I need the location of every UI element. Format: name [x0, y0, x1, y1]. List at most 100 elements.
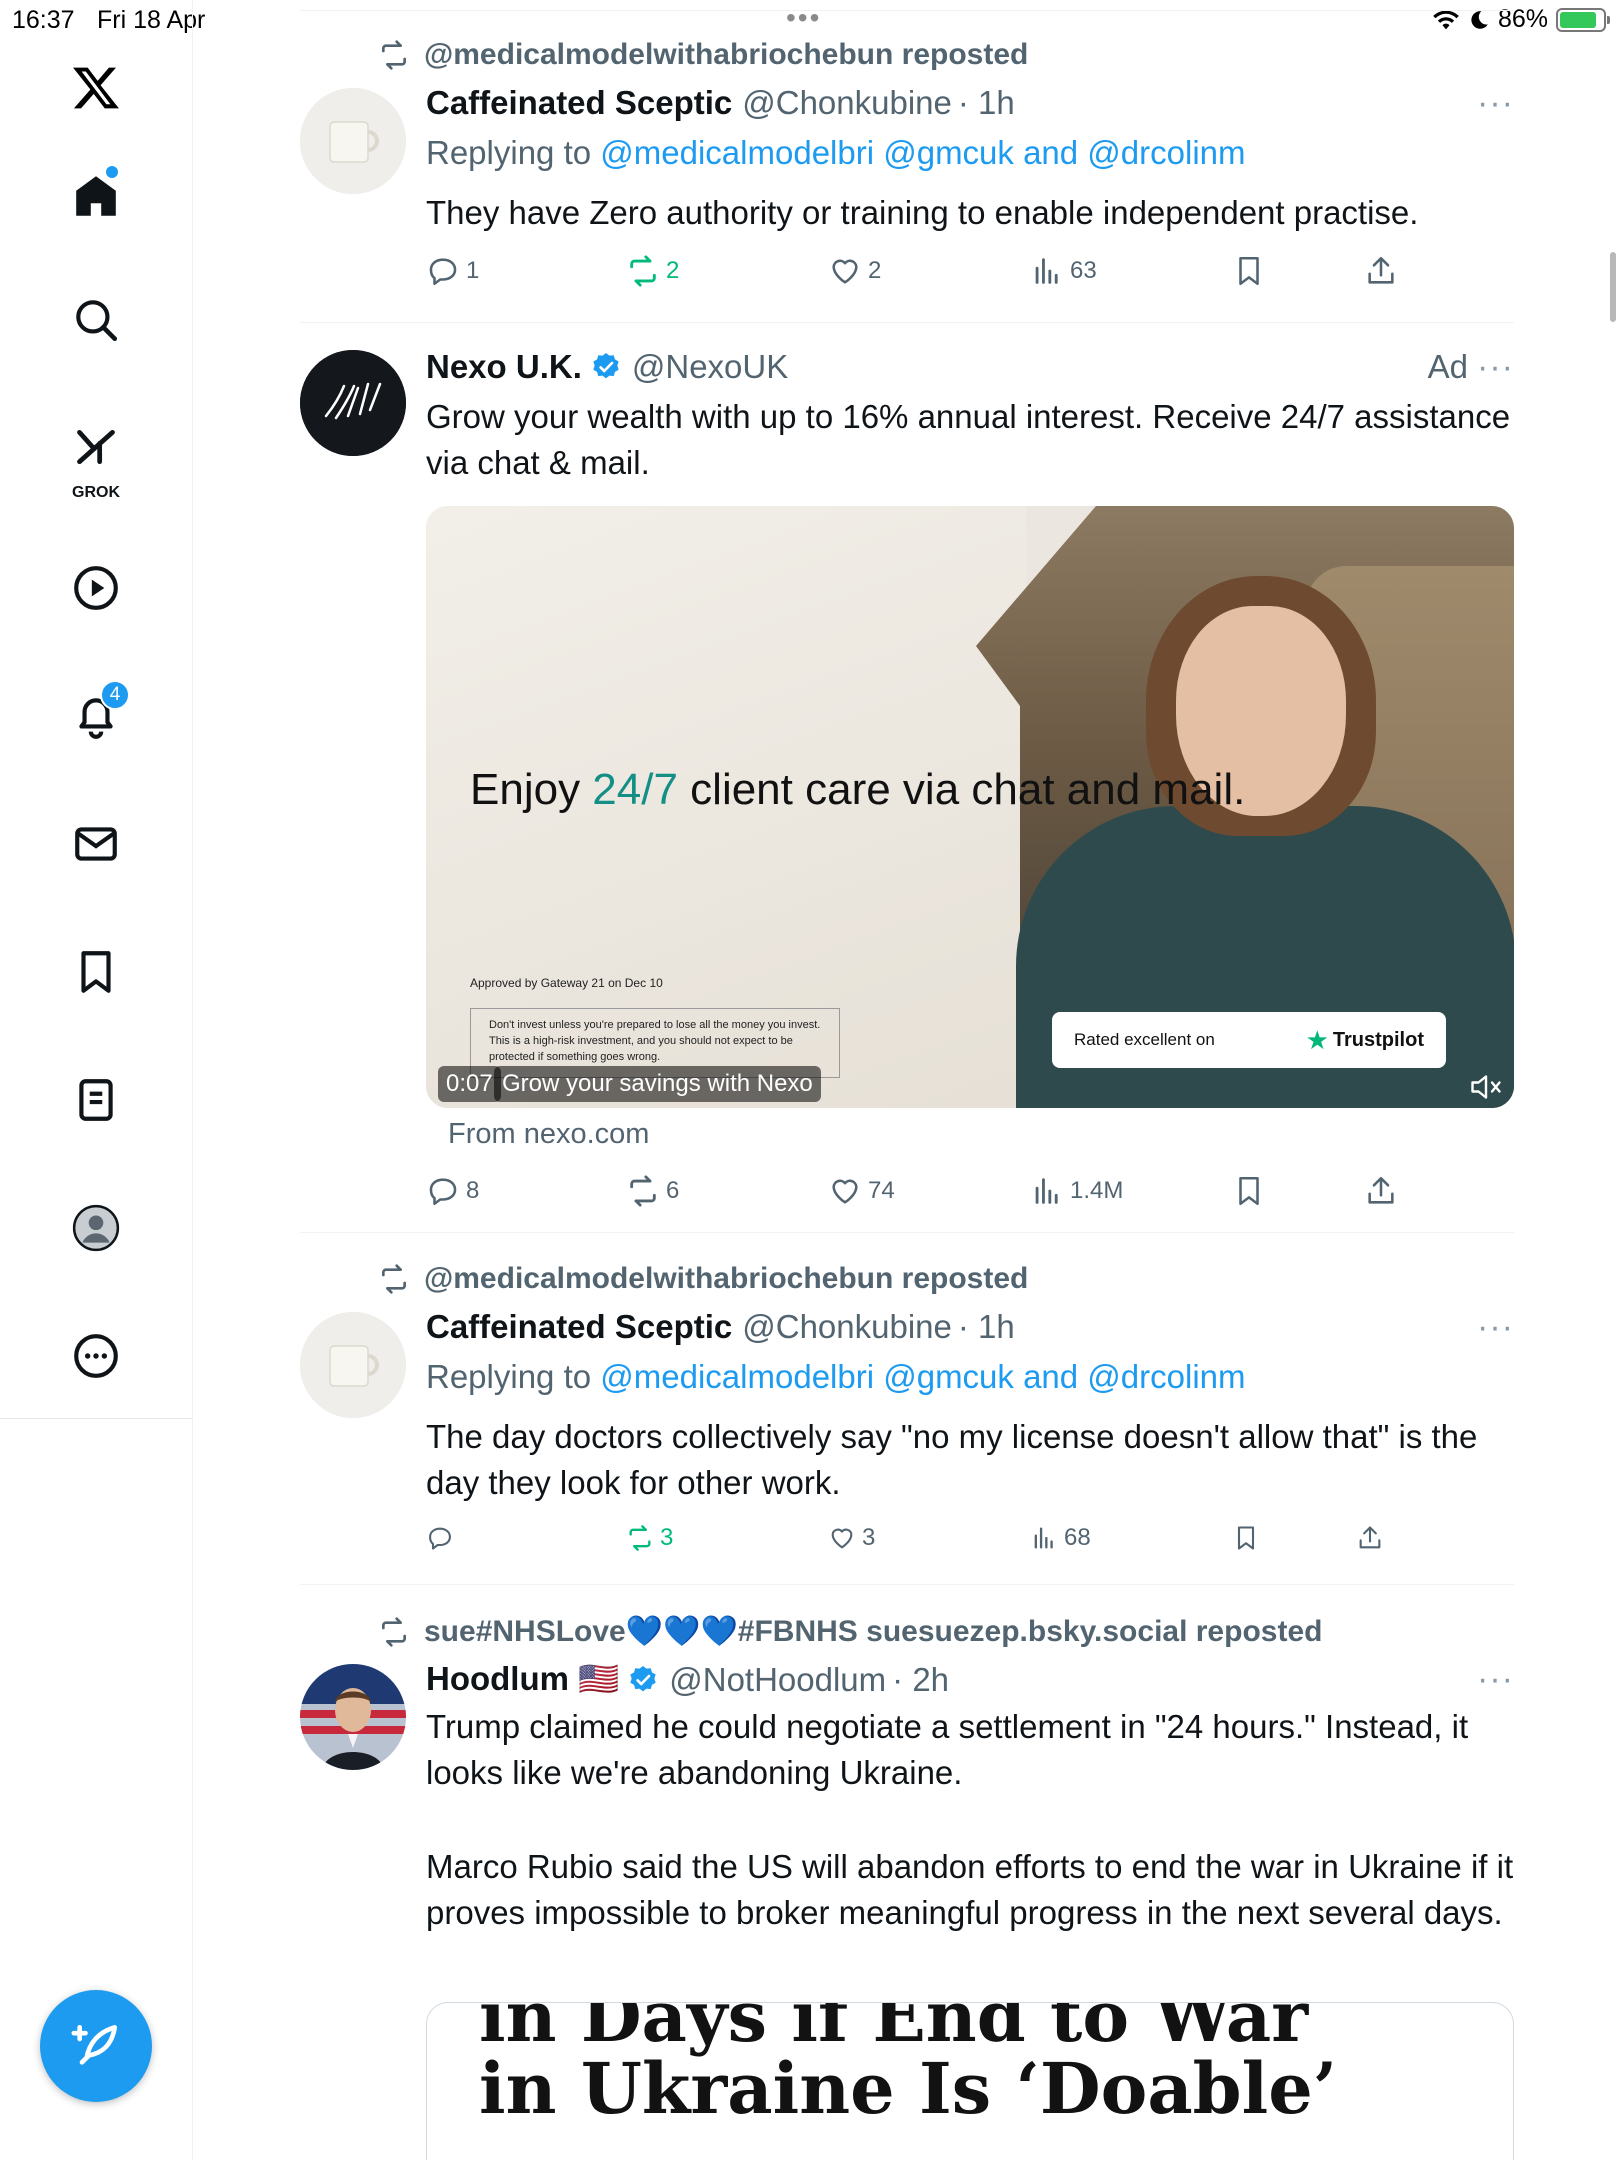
trustpilot-star-icon: ★ — [1305, 1024, 1329, 1055]
more-options-icon[interactable]: ··· — [1477, 1660, 1514, 1699]
notification-badge: 4 — [100, 680, 130, 710]
author-handle[interactable]: @NotHoodlum — [669, 1661, 886, 1699]
reply-count: 8 — [466, 1177, 480, 1204]
mug-avatar-image — [300, 1312, 406, 1418]
author-name[interactable]: Nexo U.K. — [426, 348, 582, 386]
sidebar-item-lists[interactable] — [56, 1060, 136, 1140]
repost-line[interactable]: @medicalmodelwithabriochebun reposted — [378, 1262, 1028, 1296]
sidebar-item-more[interactable] — [56, 1316, 136, 1396]
post-text: Grow your wealth with up to 16% annual i… — [426, 398, 1511, 481]
repost-count: 2 — [666, 257, 680, 284]
author-handle[interactable]: @Chonkubine — [742, 1308, 952, 1346]
bookmark-icon — [1237, 1526, 1255, 1550]
compose-icon — [71, 2025, 117, 2065]
sidebar-item-bookmarks[interactable] — [56, 932, 136, 1012]
like-button[interactable]: 74 — [828, 1174, 895, 1208]
author-name[interactable]: Hoodlum 🇺🇸 — [426, 1660, 619, 1699]
bookmark-button[interactable] — [1232, 254, 1266, 288]
views-button[interactable]: 68 — [1030, 1524, 1091, 1552]
mute-button[interactable] — [1468, 1072, 1508, 1102]
reply-mentions[interactable]: @medicalmodelbri @gmcuk and @drcolinm — [600, 1358, 1245, 1395]
article-headline-line-2: in Ukraine Is ‘Doable’ — [479, 2047, 1338, 2130]
post-time: · 2h — [892, 1660, 950, 1698]
article-card[interactable]: in Days if End to War in Ukraine Is ‘Doa… — [426, 2002, 1514, 2160]
ad-headline-post: client care via chat and mail. — [677, 765, 1246, 814]
scrollbar[interactable] — [1610, 252, 1616, 322]
feed-divider — [300, 10, 1514, 11]
views-icon — [1035, 258, 1058, 284]
post-text-paragraph-1: Trump claimed he could negotiate a settl… — [426, 1708, 1469, 1791]
author-name[interactable]: Caffeinated Sceptic — [426, 1308, 732, 1346]
avatar[interactable] — [300, 1664, 406, 1770]
battery-level — [1560, 11, 1596, 28]
more-options-icon[interactable]: ··· — [1477, 348, 1514, 387]
view-count: 63 — [1070, 257, 1097, 284]
search-icon — [76, 300, 118, 342]
sidebar-item-home[interactable] — [56, 156, 136, 236]
repost-button[interactable]: 3 — [626, 1524, 673, 1552]
trustpilot-badge: Rated excellent on ★ Trustpilot — [1052, 1012, 1446, 1068]
avatar[interactable] — [300, 1312, 406, 1418]
bookmark-button[interactable] — [1232, 1524, 1260, 1552]
post-text: They have Zero authority or training to … — [426, 194, 1419, 231]
post-time: · 1h — [957, 1308, 1015, 1345]
repost-by-text: @medicalmodelwithabriochebun reposted — [424, 1262, 1029, 1295]
reply-button[interactable]: 8 — [426, 1174, 479, 1208]
sidebar-item-grok[interactable]: GROK — [56, 412, 136, 502]
view-count: 1.4M — [1070, 1177, 1124, 1204]
more-options-icon[interactable]: ··· — [1477, 1308, 1514, 1347]
share-button[interactable] — [1364, 1174, 1398, 1208]
author-name[interactable]: Caffeinated Sceptic — [426, 84, 732, 122]
sidebar-divider — [0, 1418, 193, 1419]
mug-avatar-image — [300, 88, 406, 194]
share-button[interactable] — [1356, 1524, 1384, 1552]
profile-icon — [72, 1204, 120, 1252]
mail-icon — [75, 827, 117, 861]
repost-button[interactable]: 6 — [626, 1174, 679, 1208]
sidebar-item-search[interactable] — [56, 280, 136, 360]
like-button[interactable]: 2 — [828, 254, 881, 288]
list-icon — [79, 1079, 113, 1121]
play-icon — [74, 566, 118, 610]
reply-mentions[interactable]: @medicalmodelbri @gmcuk and @drcolinm — [600, 134, 1245, 171]
reply-icon — [429, 1527, 451, 1550]
author-handle[interactable]: @NexoUK — [632, 348, 788, 386]
reply-count: 1 — [466, 257, 480, 284]
reply-prefix: Replying to — [426, 1358, 592, 1395]
repost-line[interactable]: @medicalmodelwithabriochebun reposted — [378, 38, 1028, 72]
post-header: Caffeinated Sceptic @Chonkubine · 1h — [426, 84, 1015, 122]
grok-icon — [77, 429, 115, 465]
ad-approved-text: Approved by Gateway 21 on Dec 10 — [470, 976, 663, 990]
bookmark-button[interactable] — [1232, 1174, 1266, 1208]
reply-icon — [429, 258, 457, 286]
multitasking-dots-icon[interactable]: ••• — [786, 2, 821, 34]
bookmark-icon — [81, 951, 111, 993]
share-icon — [1368, 256, 1394, 284]
verified-badge-icon — [593, 353, 619, 379]
heart-icon — [831, 1528, 853, 1549]
reply-icon — [429, 1178, 457, 1206]
sidebar-item-videos[interactable] — [56, 548, 136, 628]
views-button[interactable]: 1.4M — [1030, 1174, 1123, 1208]
x-logo[interactable] — [56, 48, 136, 128]
ad-source[interactable]: From nexo.com — [448, 1118, 649, 1151]
views-button[interactable]: 63 — [1030, 254, 1097, 288]
author-handle[interactable]: @Chonkubine — [742, 84, 952, 122]
share-button[interactable] — [1364, 254, 1398, 288]
sidebar-item-notifications[interactable]: 4 — [56, 676, 136, 756]
like-button[interactable]: 3 — [828, 1524, 875, 1552]
reply-button[interactable]: 1 — [426, 254, 479, 288]
avatar[interactable] — [300, 350, 406, 456]
ad-video[interactable]: Enjoy 24/7 client care via chat and mail… — [426, 506, 1514, 1108]
repost-button[interactable]: 2 — [626, 254, 679, 288]
repost-icon — [630, 1175, 656, 1207]
like-count: 2 — [868, 257, 882, 284]
sidebar-item-profile[interactable] — [56, 1188, 136, 1268]
sidebar-item-messages[interactable] — [56, 804, 136, 884]
compose-button[interactable] — [40, 1990, 152, 2102]
avatar[interactable] — [300, 88, 406, 194]
reply-button[interactable] — [426, 1524, 460, 1552]
repost-line[interactable]: sue#NHSLove💙💙💙#FBNHS suesuezep.bsky.soci… — [378, 1614, 1322, 1649]
more-options-icon[interactable]: ··· — [1477, 84, 1514, 123]
ad-label: Ad — [1427, 348, 1468, 385]
